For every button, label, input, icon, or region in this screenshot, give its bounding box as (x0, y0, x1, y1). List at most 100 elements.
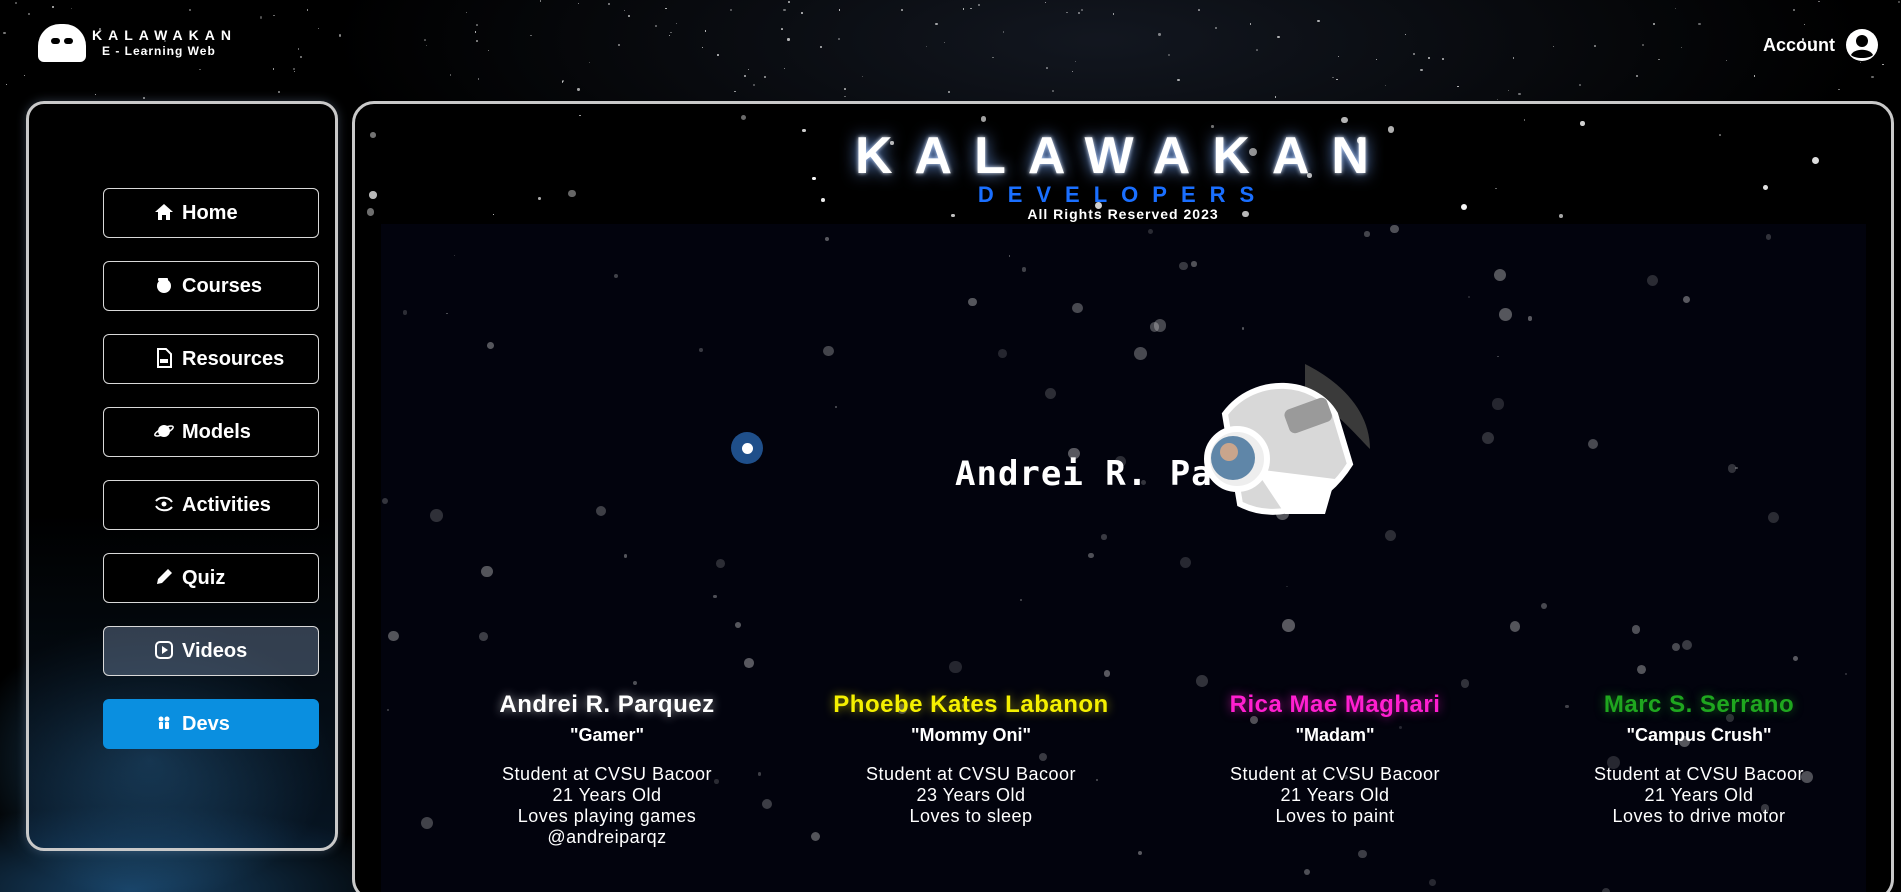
file-icon (157, 348, 172, 368)
star (1256, 49, 1259, 51)
star (95, 93, 97, 96)
star (577, 88, 580, 91)
star (1358, 850, 1367, 859)
star (780, 28, 783, 31)
star (1838, 88, 1841, 91)
star (1021, 267, 1027, 272)
dev-name: Marc S. Serrano (1603, 691, 1795, 718)
dev-info-line: 21 Years Old (1280, 785, 1390, 805)
dev-info-line: Student at CVSU Bacoor (1229, 764, 1441, 784)
star (823, 345, 835, 357)
star (466, 12, 468, 14)
star (740, 114, 747, 121)
star (273, 14, 275, 16)
star (1792, 8, 1795, 11)
star (783, 68, 785, 70)
sidebar-item-courses[interactable]: Courses (103, 261, 319, 311)
star (1364, 231, 1370, 237)
star (24, 74, 26, 76)
star (1636, 664, 1646, 674)
star (1317, 20, 1320, 23)
star (1051, 90, 1054, 92)
star (1388, 126, 1395, 133)
star (595, 506, 606, 517)
star (278, 90, 281, 93)
star (1601, 888, 1610, 892)
star (812, 176, 816, 180)
dev-info-line: Student at CVSU Bacoor (1593, 764, 1805, 784)
star (1763, 184, 1769, 190)
brand-logo[interactable]: KALAWAKAN E - Learning Web (38, 24, 237, 62)
developers-subtitle: DEVELOPERS (977, 182, 1269, 207)
star (665, 7, 667, 10)
star (1404, 33, 1407, 36)
dev-name: Phoebe Kates Labanon (833, 691, 1109, 718)
star (1518, 93, 1521, 96)
star (272, 68, 275, 71)
star (487, 342, 495, 350)
sidebar-item-quiz[interactable]: Quiz (103, 553, 319, 603)
brand-subtitle: E - Learning Web (102, 44, 216, 58)
star (1460, 679, 1470, 688)
sidebar-item-devs[interactable]: Devs (103, 699, 319, 749)
dev-nickname: "Madam" (1295, 725, 1375, 745)
star (762, 799, 773, 810)
star (1725, 59, 1727, 62)
star (259, 16, 262, 19)
star (1527, 316, 1533, 321)
star (1803, 24, 1805, 26)
star (1020, 599, 1023, 602)
star (1680, 47, 1683, 49)
sidebar-item-videos[interactable]: Videos (103, 626, 319, 676)
star (1671, 642, 1681, 652)
star (623, 554, 628, 558)
account-label: Account (1763, 34, 1835, 55)
star (1078, 12, 1080, 15)
star (1046, 67, 1048, 69)
user-circle-icon (1846, 29, 1878, 61)
star (1674, 8, 1677, 10)
star (1457, 85, 1459, 88)
star (608, 2, 611, 5)
star (1497, 356, 1499, 358)
sidebar-item-label: Home (182, 201, 238, 224)
star (802, 128, 806, 133)
star (951, 214, 955, 218)
star (1635, 74, 1638, 78)
star (753, 84, 756, 87)
cursor-indicator (731, 432, 763, 464)
star (381, 497, 389, 504)
star (14, 1, 17, 4)
star (1167, 54, 1170, 57)
star (1482, 431, 1495, 444)
star (1844, 673, 1848, 676)
star (1180, 557, 1192, 569)
sidebar-item-activities[interactable]: Activities (103, 480, 319, 530)
star (825, 237, 830, 242)
star (1493, 268, 1507, 282)
dev-name: Andrei R. Parquez (499, 691, 715, 718)
account-button[interactable]: Account (1763, 28, 1879, 62)
sidebar-item-home[interactable]: Home (103, 188, 319, 238)
star (1250, 23, 1252, 25)
star (530, 34, 533, 37)
star (1066, 11, 1068, 14)
star (1179, 261, 1188, 270)
star (890, 141, 894, 145)
star (1357, 136, 1365, 144)
star (1177, 79, 1180, 82)
star (699, 347, 704, 352)
star (1871, 76, 1874, 79)
star (1510, 621, 1521, 632)
star (370, 132, 376, 138)
star (189, 8, 191, 11)
star (481, 565, 493, 577)
star (1412, 52, 1416, 55)
star (1088, 552, 1094, 559)
sidebar-item-resources[interactable]: Resources (103, 334, 319, 384)
star (935, 22, 938, 26)
dev-info-line: Student at CVSU Bacoor (865, 764, 1077, 784)
star (1898, 1, 1900, 3)
sidebar-item-models[interactable]: Models (103, 407, 319, 457)
star (758, 772, 762, 776)
